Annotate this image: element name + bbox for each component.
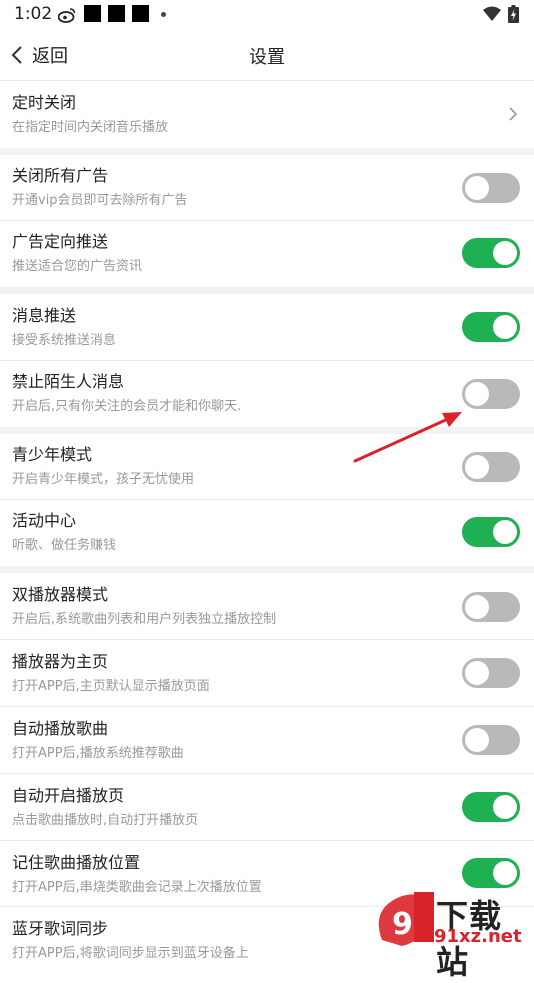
close-ads-toggle[interactable] <box>462 173 520 203</box>
toggle-knob <box>493 861 517 885</box>
setting-row-message-push[interactable]: 消息推送 接受系统推送消息 <box>0 294 534 361</box>
watermark-url: 91xz.net <box>434 926 522 947</box>
setting-subtitle: 打开APP后,播放系统推荐歌曲 <box>12 746 184 761</box>
toggle-knob <box>465 595 489 619</box>
toggle-knob <box>465 728 489 752</box>
status-bar: 1:02 <box>0 0 534 30</box>
setting-title: 广告定向推送 <box>12 232 109 251</box>
autoplay-toggle[interactable] <box>462 725 520 755</box>
toggle-knob <box>493 315 517 339</box>
message-push-toggle[interactable] <box>462 312 520 342</box>
setting-title: 双播放器模式 <box>12 585 109 604</box>
setting-title: 青少年模式 <box>12 445 93 464</box>
setting-title: 播放器为主页 <box>12 652 109 671</box>
setting-title: 自动开启播放页 <box>12 786 125 805</box>
setting-title: 禁止陌生人消息 <box>12 372 125 391</box>
auto-open-player-toggle[interactable] <box>462 792 520 822</box>
weibo-icon <box>58 8 76 23</box>
nav-bar: 返回 设置 <box>0 30 534 81</box>
setting-row-timer-close[interactable]: 定时关闭 在指定时间内关闭音乐播放 <box>0 81 534 148</box>
section-gap <box>0 148 534 155</box>
setting-row-targeted-ads[interactable]: 广告定向推送 推送适合您的广告资讯 <box>0 221 534 287</box>
setting-title: 定时关闭 <box>12 93 77 112</box>
setting-subtitle: 打开APP后,主页默认显示播放页面 <box>12 679 210 694</box>
youth-mode-toggle[interactable] <box>462 452 520 482</box>
setting-row-player-homepage[interactable]: 播放器为主页 打开APP后,主页默认显示播放页面 <box>0 640 534 707</box>
notification-icon <box>108 5 125 22</box>
setting-title: 消息推送 <box>12 306 77 325</box>
setting-title: 记住歌曲播放位置 <box>12 853 141 872</box>
toggle-knob <box>493 795 517 819</box>
setting-row-autoplay[interactable]: 自动播放歌曲 打开APP后,播放系统推荐歌曲 <box>0 707 534 774</box>
setting-subtitle: 开通vip会员即可去除所有广告 <box>12 193 188 208</box>
toggle-knob <box>465 382 489 406</box>
setting-title: 自动播放歌曲 <box>12 719 109 738</box>
more-notifications-icon <box>161 12 166 17</box>
dual-player-toggle[interactable] <box>462 592 520 622</box>
setting-row-auto-open-player[interactable]: 自动开启播放页 点击歌曲播放时,自动打开播放页 <box>0 774 534 841</box>
player-homepage-toggle[interactable] <box>462 658 520 688</box>
notification-icon <box>84 5 101 22</box>
setting-title: 蓝牙歌词同步 <box>12 919 109 938</box>
setting-subtitle: 开启后,只有你关注的会员才能和你聊天. <box>12 399 242 414</box>
svg-text:9: 9 <box>392 907 413 942</box>
setting-subtitle: 打开APP后,将歌词同步显示到蓝牙设备上 <box>12 946 249 961</box>
setting-subtitle: 推送适合您的广告资讯 <box>12 259 143 274</box>
notification-icon <box>132 5 149 22</box>
setting-subtitle: 开启青少年模式，孩子无忧使用 <box>12 472 195 487</box>
setting-subtitle: 打开APP后,串烧类歌曲会记录上次播放位置 <box>12 880 262 895</box>
remember-position-toggle[interactable] <box>462 858 520 888</box>
setting-subtitle: 点击歌曲播放时,自动打开播放页 <box>12 813 199 828</box>
toggle-knob <box>465 455 489 479</box>
setting-row-activity-center[interactable]: 活动中心 听歌、做任务赚钱 <box>0 500 534 566</box>
setting-subtitle: 在指定时间内关闭音乐播放 <box>12 120 169 135</box>
toggle-knob <box>493 520 517 544</box>
setting-subtitle: 开启后,系统歌曲列表和用户列表独立播放控制 <box>12 612 277 627</box>
block-strangers-toggle[interactable] <box>462 379 520 409</box>
setting-row-close-ads[interactable]: 关闭所有广告 开通vip会员即可去除所有广告 <box>0 155 534 221</box>
setting-row-dual-player[interactable]: 双播放器模式 开启后,系统歌曲列表和用户列表独立播放控制 <box>0 573 534 640</box>
section-gap <box>0 566 534 573</box>
status-time: 1:02 <box>14 4 53 24</box>
battery-charging-icon <box>508 5 519 23</box>
toggle-knob <box>465 176 489 200</box>
setting-title: 活动中心 <box>12 511 77 530</box>
toggle-knob <box>493 241 517 265</box>
page-title: 设置 <box>249 47 285 68</box>
activity-center-toggle[interactable] <box>462 517 520 547</box>
setting-title: 关闭所有广告 <box>12 166 109 185</box>
annotation-arrow-icon <box>353 412 462 463</box>
chevron-right-icon <box>509 107 518 121</box>
settings-list: 定时关闭 在指定时间内关闭音乐播放 关闭所有广告 开通vip会员即可去除所有广告… <box>0 81 534 973</box>
targeted-ads-toggle[interactable] <box>462 238 520 268</box>
setting-subtitle: 接受系统推送消息 <box>12 333 117 348</box>
setting-subtitle: 听歌、做任务赚钱 <box>12 538 117 553</box>
section-gap <box>0 287 534 294</box>
toggle-knob <box>465 661 489 685</box>
wifi-icon <box>483 6 501 21</box>
